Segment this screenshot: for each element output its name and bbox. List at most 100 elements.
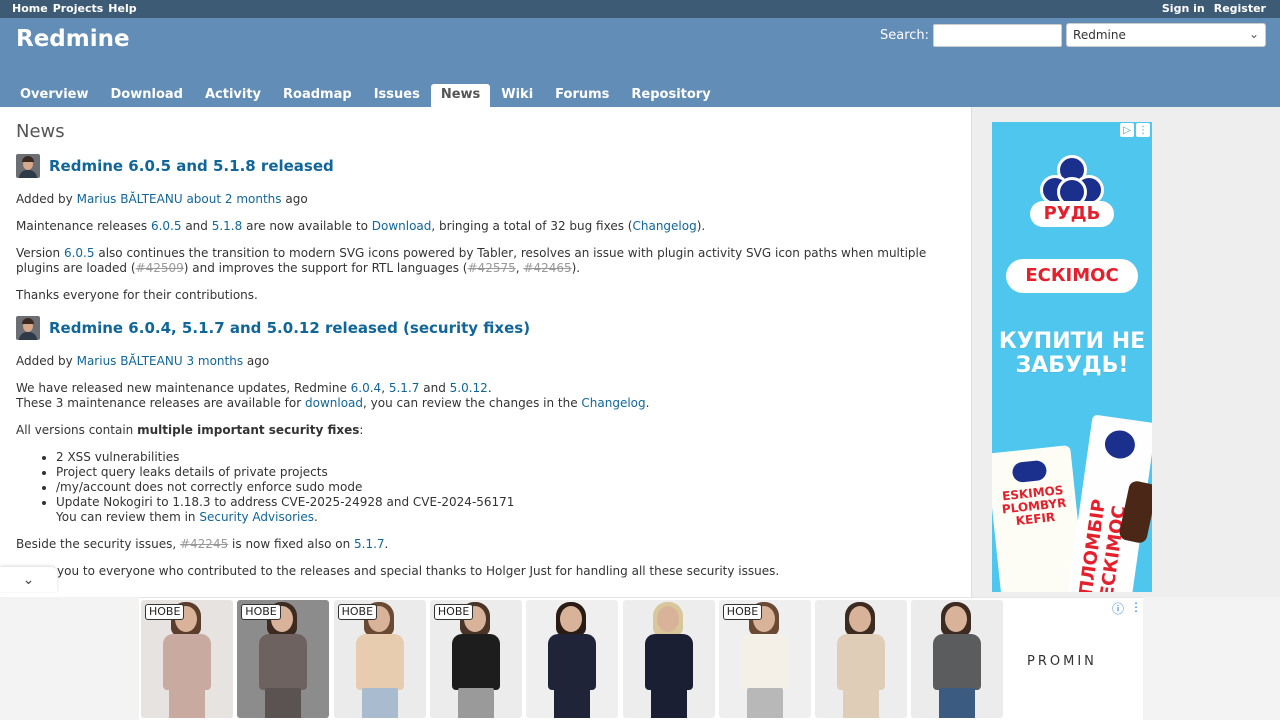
text: ). (571, 261, 581, 275)
news-author-line: Added by Marius BĂLTEANU 3 months ago (16, 354, 269, 369)
text: also continues the transition to modern … (98, 246, 927, 260)
text: , bringing a total of 32 bug fixes ( (431, 219, 633, 233)
tab-repository[interactable]: Repository (620, 84, 721, 107)
news-paragraph: Beside the security issues, #42245 is no… (16, 537, 388, 552)
tab-issues[interactable]: Issues (363, 84, 431, 107)
sign-in-link[interactable]: Sign in (1162, 2, 1205, 15)
version-link[interactable]: 6.0.4 (351, 381, 382, 395)
text: All versions contain (16, 423, 134, 437)
tab-forums[interactable]: Forums (544, 84, 620, 107)
product-tile[interactable] (622, 600, 715, 718)
version-link[interactable]: 6.0.5 (64, 246, 95, 260)
version-link[interactable]: 5.1.7 (354, 537, 385, 551)
pack-text: ESKIMOS PLOMBYR KEFIR (1001, 483, 1067, 529)
top-menu-projects[interactable]: Projects (53, 2, 104, 15)
brand-logo: РУДЬ (1030, 155, 1114, 233)
news-title-link[interactable]: Redmine 6.0.4, 5.1.7 and 5.0.12 released… (49, 319, 530, 337)
date-link[interactable]: about 2 months (186, 192, 281, 206)
main-menu: Overview Download Activity Roadmap Issue… (9, 84, 722, 107)
text: . (645, 396, 650, 410)
main-content: News Redmine 6.0.5 and 5.1.8 released Ad… (0, 107, 971, 597)
search-input[interactable] (933, 23, 1063, 47)
bold-text: multiple important security fixes (137, 423, 360, 437)
chevron-down-icon: ⌄ (1248, 27, 1260, 41)
ad-controls: ▷ ⋮ (1120, 123, 1150, 137)
info-icon[interactable]: ⓘ (1112, 600, 1124, 617)
new-badge: НОВЕ (241, 604, 281, 620)
text: plugins are loaded ( (16, 261, 136, 275)
list-item: Project query leaks details of private p… (56, 465, 514, 480)
issue-link[interactable]: #42509 (136, 261, 184, 275)
version-link[interactable]: 5.1.8 (212, 219, 243, 233)
new-badge: НОВЕ (337, 604, 378, 620)
product-tile[interactable]: НОВЕ (141, 600, 233, 718)
issue-link[interactable]: #42465 (523, 261, 571, 275)
chevron-down-icon: ⌄ (22, 571, 35, 588)
text: . (313, 510, 318, 524)
text: and (423, 381, 446, 395)
top-menu-home[interactable]: Home (12, 2, 48, 15)
page-title: News (16, 121, 65, 142)
tab-wiki[interactable]: Wiki (490, 84, 544, 107)
news-paragraph: All versions contain multiple important … (16, 423, 363, 438)
version-link[interactable]: 5.0.12 (450, 381, 488, 395)
quick-search: Search: Redmine ⌄ (880, 23, 1267, 47)
security-advisories-link[interactable]: Security Advisories (199, 510, 314, 524)
adchoices-icon[interactable]: ▷ (1120, 123, 1134, 137)
tab-download[interactable]: Download (100, 84, 194, 107)
news-paragraph: you to everyone who contributed to the r… (57, 564, 780, 578)
more-options-icon[interactable]: ⋮ (1136, 123, 1150, 137)
brand-name: РУДЬ (1030, 201, 1114, 227)
review-line: You can review them in Security Advisori… (56, 510, 318, 525)
issue-link[interactable]: #42575 (468, 261, 516, 275)
download-link[interactable]: download (305, 396, 363, 410)
version-link[interactable]: 6.0.5 (151, 219, 182, 233)
news-paragraph: Maintenance releases 6.0.5 and 5.1.8 are… (16, 219, 705, 234)
collapse-ad-button[interactable]: ⌄ (0, 567, 57, 592)
tab-overview[interactable]: Overview (9, 84, 100, 107)
security-fix-list: 2 XSS vulnerabilities Project query leak… (56, 450, 514, 510)
sidebar-ad[interactable]: ▷ ⋮ РУДЬ ЕСКІМОС КУПИТИ НЕ ЗАБУДЬ! ESKIM… (992, 122, 1152, 592)
project-jump-select[interactable]: Redmine ⌄ (1066, 23, 1267, 47)
tab-news[interactable]: News (430, 84, 491, 107)
added-by-label: Added by (16, 192, 73, 206)
tab-roadmap[interactable]: Roadmap (272, 84, 363, 107)
advertiser-logo[interactable]: PROMIN (1027, 654, 1097, 669)
top-menu-help[interactable]: Help (108, 2, 136, 15)
product-tile[interactable] (526, 600, 619, 718)
tab-activity[interactable]: Activity (194, 84, 272, 107)
author-link[interactable]: Marius BĂLTEANU (77, 354, 183, 368)
text: These 3 maintenance releases are availab… (16, 396, 302, 410)
changelog-link[interactable]: Changelog (632, 219, 696, 233)
date-link[interactable]: 3 months (186, 354, 243, 368)
product-tile[interactable] (815, 600, 908, 718)
news-title-link[interactable]: Redmine 6.0.5 and 5.1.8 released (49, 157, 334, 175)
text: We have released new maintenance updates… (16, 381, 347, 395)
product-tile[interactable]: НОВЕ (718, 600, 811, 718)
header: Redmine Search: Redmine ⌄ Overview Downl… (0, 18, 1280, 107)
ad-slogan: КУПИТИ НЕ ЗАБУДЬ! (998, 329, 1146, 378)
text: , (381, 381, 386, 395)
text: ). (696, 219, 706, 233)
text: Beside the security issues, (16, 537, 177, 551)
text: : (359, 423, 364, 437)
new-badge: НОВЕ (722, 604, 763, 620)
top-menu: Home Projects Help Sign in Register (0, 0, 1280, 18)
product-tile[interactable]: НОВЕ (333, 600, 426, 718)
register-link[interactable]: Register (1214, 2, 1266, 15)
ad-info-controls: ⓘ ⋮ (1112, 600, 1142, 617)
more-options-icon[interactable]: ⋮ (1130, 600, 1142, 617)
product-tile[interactable]: НОВЕ (429, 600, 522, 718)
product-tile[interactable] (911, 600, 1004, 718)
product-tile[interactable]: НОВЕ (237, 600, 330, 718)
text: Maintenance releases (16, 219, 148, 233)
changelog-link[interactable]: Changelog (581, 396, 645, 410)
text: . (487, 381, 492, 395)
author-link[interactable]: Marius BĂLTEANU (77, 192, 183, 206)
issue-link[interactable]: #42245 (180, 537, 228, 551)
product-name: ЕСКІМОС (1006, 259, 1138, 293)
list-item: 2 XSS vulnerabilities (56, 450, 514, 465)
news-paragraph: These 3 maintenance releases are availab… (16, 396, 649, 411)
version-link[interactable]: 5.1.7 (389, 381, 420, 395)
download-link[interactable]: Download (372, 219, 432, 233)
